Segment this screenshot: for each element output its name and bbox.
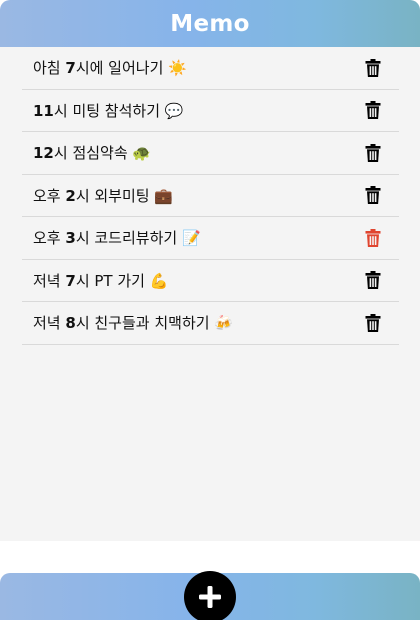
trash-icon[interactable] bbox=[365, 228, 381, 247]
trash-icon[interactable] bbox=[365, 186, 381, 205]
trash-icon[interactable] bbox=[365, 313, 381, 332]
trash-icon[interactable] bbox=[365, 58, 381, 77]
trash-icon[interactable] bbox=[365, 143, 381, 162]
trash-icon[interactable] bbox=[365, 271, 381, 290]
plus-icon bbox=[199, 586, 221, 608]
memo-item[interactable]: 아침 7시에 일어나기 ☀️ bbox=[22, 47, 399, 90]
app-title: Memo bbox=[170, 10, 250, 37]
memo-panel: 아침 7시에 일어나기 ☀️ 11시 미팅 참석하기 💬 12시 점심약속 🐢 … bbox=[0, 47, 420, 541]
trash-icon[interactable] bbox=[365, 101, 381, 120]
memo-item-text: 저녁 7시 PT 가기 💪 bbox=[33, 271, 169, 290]
memo-item[interactable]: 저녁 8시 친구들과 치맥하기 🍻 bbox=[22, 302, 399, 345]
memo-item-text: 아침 7시에 일어나기 ☀️ bbox=[33, 59, 187, 78]
memo-item-text: 오후 3시 코드리뷰하기 📝 bbox=[33, 229, 201, 248]
memo-item[interactable]: 12시 점심약속 🐢 bbox=[22, 132, 399, 175]
memo-item[interactable]: 11시 미팅 참석하기 💬 bbox=[22, 90, 399, 132]
memo-item[interactable]: 오후 3시 코드리뷰하기 📝 bbox=[22, 217, 399, 260]
memo-item-text: 오후 2시 외부미팅 💼 bbox=[33, 186, 174, 205]
memo-item-text: 11시 미팅 참석하기 💬 bbox=[33, 101, 184, 120]
memo-item[interactable]: 저녁 7시 PT 가기 💪 bbox=[22, 260, 399, 302]
add-memo-button[interactable] bbox=[184, 571, 236, 620]
app-header: Memo bbox=[0, 0, 420, 47]
memo-item-text: 12시 점심약속 🐢 bbox=[33, 144, 152, 163]
memo-item-text: 저녁 8시 친구들과 치맥하기 🍻 bbox=[33, 314, 233, 333]
memo-list: 아침 7시에 일어나기 ☀️ 11시 미팅 참석하기 💬 12시 점심약속 🐢 … bbox=[22, 47, 399, 345]
memo-item[interactable]: 오후 2시 외부미팅 💼 bbox=[22, 175, 399, 217]
